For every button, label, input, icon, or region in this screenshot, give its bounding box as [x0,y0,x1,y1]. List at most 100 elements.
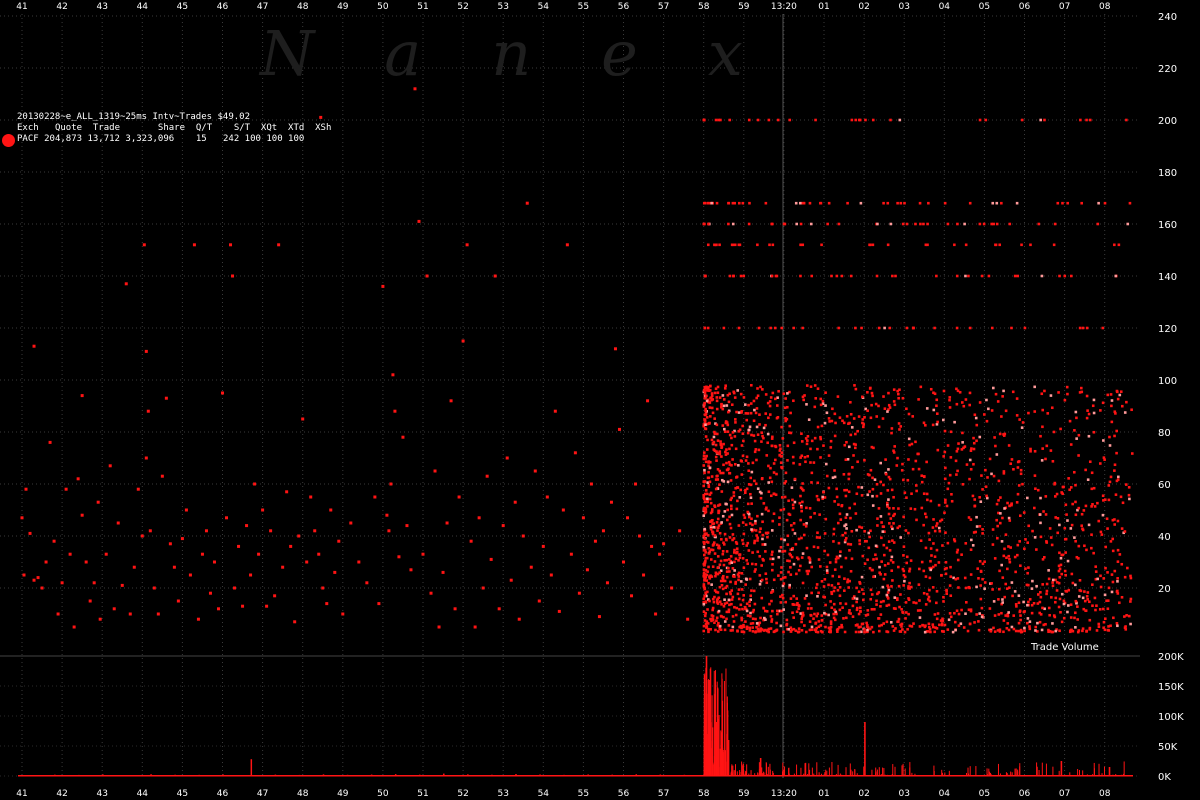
trade-point [890,569,894,572]
trade-point [756,514,759,518]
trade-point [792,441,796,445]
trade-point [762,502,766,505]
trade-point [946,541,950,545]
trade-point [686,617,690,621]
trade-point [708,493,712,496]
trade-point [301,417,305,421]
trade-point [955,274,959,278]
trade-point [746,431,750,435]
trade-point [992,474,996,478]
trade-point [1108,435,1111,439]
trade-point [931,623,935,626]
trade-point [728,515,731,519]
trade-point [1002,472,1006,475]
trade-point [702,602,706,606]
trade-point [735,507,739,511]
trade-point [973,498,977,501]
trade-point [925,492,929,496]
trade-point [791,503,795,507]
trade-point [626,516,630,520]
volume-bar [988,771,990,776]
trade-point [792,603,796,606]
trade-point [736,592,740,596]
trade-point [968,403,972,407]
trade-point [946,628,950,631]
trade-point [849,612,852,615]
trade-point [148,529,152,533]
trade-point [862,598,865,602]
trade-point [1127,485,1131,489]
trade-point [221,391,224,395]
trade-point [824,603,827,607]
trade-point [945,589,948,593]
volume-bar [781,773,783,776]
trade-point [24,487,28,491]
trade-point [957,624,961,627]
volume-bar [881,774,883,776]
trade-point [719,579,723,583]
trade-point [758,582,762,586]
trade-point [891,579,894,582]
trade-point [857,415,861,418]
trade-point [736,629,739,633]
trade-point [805,442,809,446]
trade-point [1120,527,1124,530]
trade-point [779,601,783,604]
trade-point [925,592,929,596]
volume-bar [763,775,765,776]
trade-point [1045,541,1049,544]
trade-point [734,540,738,544]
trade-point [803,597,807,600]
trade-point [727,201,731,205]
trade-point [1026,541,1030,544]
volume-bar [720,732,722,776]
trade-point [942,418,945,422]
trade-point [902,569,906,573]
trade-point [993,557,997,560]
trade-point [969,449,973,452]
trade-point [1027,566,1030,569]
trade-point [1067,588,1071,592]
trade-point [708,497,712,501]
trade-point [782,582,786,585]
trade-point [733,569,736,572]
trade-point [775,628,779,632]
volume-bar [831,762,833,776]
trade-point [849,274,853,278]
trade-point [835,495,839,499]
trade-point [489,557,493,561]
trade-point [1129,622,1132,626]
trade-point [1130,452,1134,455]
trade-point [928,576,932,580]
trade-point [975,613,978,616]
trade-point [1035,548,1038,551]
trade-point [589,482,593,486]
trade-point [1118,393,1122,397]
trade-point [237,544,241,548]
trade-point [867,531,871,535]
trade-point [907,612,910,616]
trade-point [678,529,682,533]
trade-point [868,473,871,477]
trade-point [860,326,863,330]
trade-point [766,432,770,436]
trade-point [717,504,720,507]
trade-point [737,524,741,527]
trade-point [705,540,708,544]
y-tick-label: 220 [1158,64,1177,75]
trade-point [1115,451,1118,455]
trade-point [1074,539,1077,543]
trade-point [978,524,982,528]
trade-point [907,437,911,441]
trade-point [933,555,937,559]
trade-point [727,410,730,414]
trade-point [573,451,577,455]
trade-point [866,493,870,497]
trade-point [1049,536,1053,539]
trade-point [1034,629,1037,632]
trade-point [1038,620,1042,624]
trade-point [770,529,774,532]
trade-point [702,496,706,500]
trade-point [783,495,787,499]
trade-point [317,552,321,556]
